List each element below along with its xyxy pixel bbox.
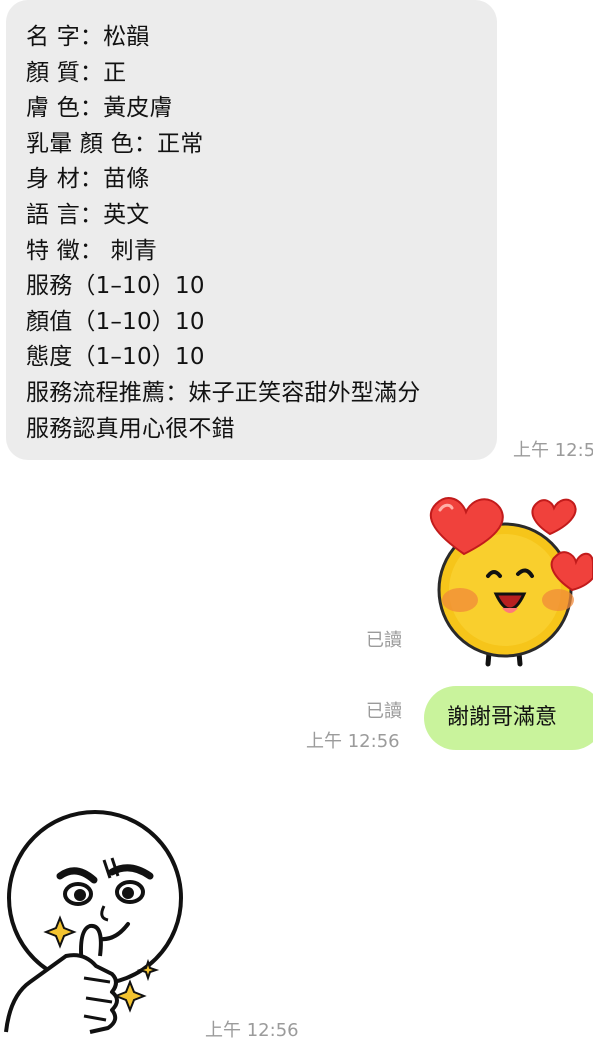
message-line: 服務流程推薦：妹子正笑容甜外型滿分 (26, 379, 421, 406)
message-line: 顏值（1–10）10 (26, 308, 205, 335)
outgoing-message-timestamp: 上午 12:56 (306, 731, 400, 752)
thumbs-up-sticker-icon[interactable] (0, 806, 190, 1036)
message-line: 服務認真用心很不錯 (26, 415, 235, 442)
message-line: 乳暈 顏 色：正常 (26, 130, 204, 157)
message-line: 特 徵： 刺青 (26, 237, 158, 264)
heart-face-sticker-icon[interactable] (418, 492, 593, 672)
thumbs-up-sticker-graphic (4, 810, 183, 1034)
incoming-message-bubble[interactable]: 名 字：松韻 顏 質：正 膚 色：黃皮膚 乳暈 顏 色：正常 身 材：苗條 語 … (6, 0, 497, 460)
message-read-receipt: 已讀 (366, 701, 402, 722)
sticker-read-receipt: 已讀 (366, 630, 402, 651)
incoming-message-timestamp: 上午 12:5 (513, 440, 593, 461)
message-line: 名 字：松韻 (26, 24, 150, 50)
heart-face-sticker-graphic (429, 497, 593, 667)
message-line: 態度（1–10）10 (26, 344, 205, 371)
message-line: 顏 質：正 (26, 59, 127, 86)
incoming-sticker-timestamp: 上午 12:56 (205, 1020, 299, 1041)
outgoing-message-bubble[interactable]: 謝謝哥滿意 (424, 686, 593, 750)
message-line: 膚 色：黃皮膚 (26, 95, 173, 122)
message-line: 語 言：英文 (26, 201, 150, 228)
message-line: 服務（1–10）10 (26, 273, 205, 300)
message-line: 身 材：苗條 (26, 166, 150, 193)
